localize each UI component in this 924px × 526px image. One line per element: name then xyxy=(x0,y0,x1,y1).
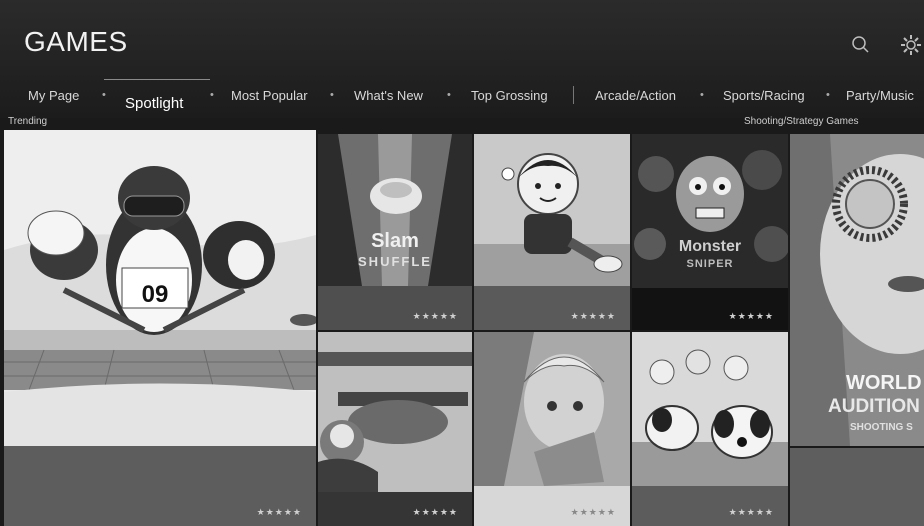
rating-stars: ★★★★★ xyxy=(728,507,774,517)
world-audition-tagline: SHOOTING S xyxy=(850,422,913,433)
tab-whats-new[interactable]: What's New xyxy=(354,88,423,103)
tile-footer: ★★★★★ xyxy=(632,486,788,526)
anime-girl-artwork xyxy=(474,332,630,486)
rating-stars: ★★★★★ xyxy=(728,311,774,321)
tile-footer: ★★★★★ xyxy=(318,492,472,526)
world-audition-artwork: WORLD AUDITION SHOOTING S xyxy=(790,134,924,446)
monster-sniper-artwork: Monster SNIPER xyxy=(632,134,788,288)
slam-shuffle-title: Slam xyxy=(371,230,419,252)
rating-stars: ★★★★★ xyxy=(256,507,302,517)
tab-sports-racing[interactable]: Sports/Racing xyxy=(723,88,805,103)
nav-separator-dot: • xyxy=(102,89,106,101)
tile-footer: ★★★★★ xyxy=(474,286,630,330)
game-tile-world-audition[interactable]: WORLD AUDITION SHOOTING S xyxy=(790,134,924,446)
tab-party-music[interactable]: Party/Music xyxy=(846,88,914,103)
game-tile-slam-shuffle[interactable]: Slam SHUFFLE ★★★★★ xyxy=(318,134,472,330)
tab-top-grossing[interactable]: Top Grossing xyxy=(471,88,548,103)
nav-group-divider xyxy=(573,86,574,104)
tile-placeholder xyxy=(790,448,924,526)
section-label-shooting-strategy: Shooting/Strategy Games xyxy=(744,116,859,127)
rating-stars: ★★★★★ xyxy=(570,311,616,321)
game-tile-biplane[interactable]: ★★★★★ xyxy=(318,332,472,526)
game-tile-puppies[interactable]: ★★★★★ xyxy=(632,332,788,526)
world-audition-subtitle: AUDITION xyxy=(828,396,920,417)
rating-stars: ★★★★★ xyxy=(412,311,458,321)
rating-stars: ★★★★★ xyxy=(570,507,616,517)
rating-stars: ★★★★★ xyxy=(412,507,458,517)
nav-separator-dot: • xyxy=(330,89,334,101)
nav-separator-dot: • xyxy=(700,89,704,101)
hero-artwork: 09 xyxy=(4,130,316,446)
nav-separator-dot: • xyxy=(826,89,830,101)
tile-footer: ★★★★★ xyxy=(318,286,472,330)
monster-sniper-subtitle: SNIPER xyxy=(686,258,734,270)
category-nav: My Page • Spotlight • Most Popular • Wha… xyxy=(0,80,924,112)
puppies-artwork xyxy=(632,332,788,486)
hero-tile[interactable]: 09 ★★★★★ xyxy=(4,130,316,526)
biplane-artwork xyxy=(318,332,472,492)
hero-footer: ★★★★★ xyxy=(4,446,316,526)
game-tile-boy-kicking[interactable]: ★★★★★ xyxy=(474,134,630,330)
game-tile-anime-girl[interactable]: ★★★★★ xyxy=(474,332,630,526)
nav-separator-dot: • xyxy=(447,89,451,101)
section-label-trending: Trending xyxy=(8,116,48,127)
tab-spotlight[interactable]: Spotlight xyxy=(125,95,183,112)
tile-footer: ★★★★★ xyxy=(474,486,630,526)
slam-shuffle-subtitle: SHUFFLE xyxy=(358,254,432,269)
tile-footer: ★★★★★ xyxy=(632,288,788,330)
bib-number: 09 xyxy=(142,281,169,308)
tab-my-page[interactable]: My Page xyxy=(28,88,79,103)
boy-kicking-artwork xyxy=(474,134,630,286)
nav-separator-dot: • xyxy=(210,89,214,101)
monster-sniper-title: Monster xyxy=(678,238,742,255)
game-tile-monster-sniper[interactable]: Monster SNIPER ★★★★★ xyxy=(632,134,788,330)
search-icon[interactable] xyxy=(848,32,874,58)
tab-most-popular[interactable]: Most Popular xyxy=(231,88,308,103)
tab-arcade-action[interactable]: Arcade/Action xyxy=(595,88,676,103)
gear-icon[interactable] xyxy=(898,32,924,58)
slam-shuffle-artwork: Slam SHUFFLE xyxy=(318,134,472,286)
world-audition-title: WORLD xyxy=(846,372,922,394)
app-title: GAMES xyxy=(24,26,128,57)
